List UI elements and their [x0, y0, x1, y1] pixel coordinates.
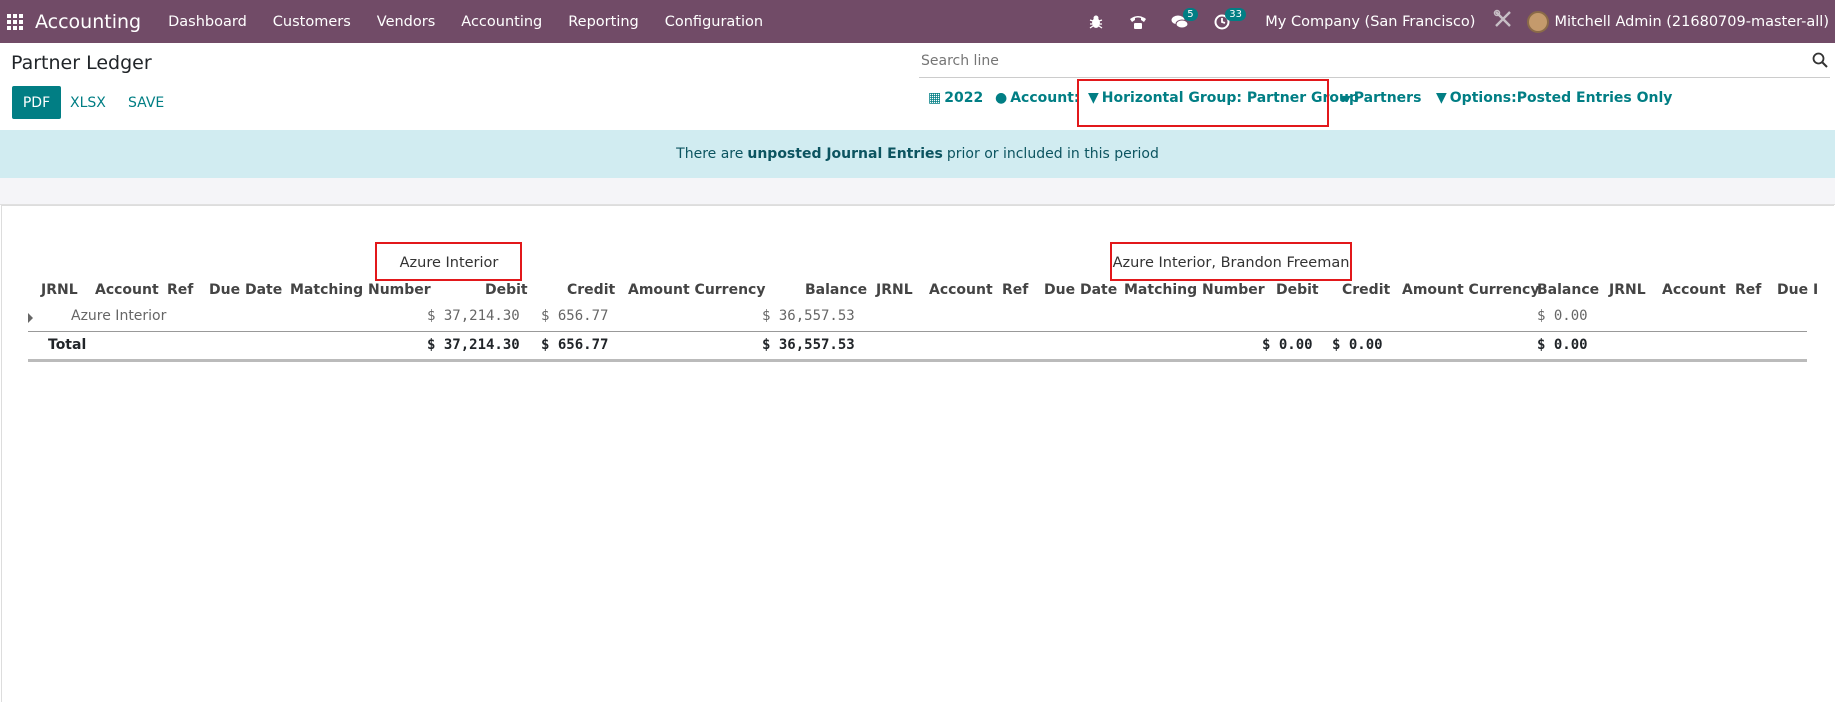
total-debit: $ 37,214.30: [427, 337, 520, 353]
partner-row-name[interactable]: Azure Interior: [71, 308, 166, 324]
options-filter[interactable]: ▼ Options:Posted Entries Only: [1436, 90, 1672, 106]
user-menu[interactable]: Mitchell Admin (21680709-master-all): [1554, 14, 1829, 30]
xlsx-button[interactable]: XLSX: [70, 86, 106, 119]
search-input[interactable]: [919, 47, 1799, 75]
debug-tools-icon[interactable]: [1493, 9, 1513, 34]
col-account[interactable]: Account: [929, 282, 993, 298]
total-label: Total: [48, 337, 87, 353]
col-ref[interactable]: Ref: [1002, 282, 1028, 298]
unposted-entries-link[interactable]: unposted Journal Entries: [747, 146, 943, 162]
search-bar: [919, 47, 1830, 78]
unposted-entries-alert: There are unposted Journal Entries prior…: [0, 130, 1835, 178]
total-credit: $ 656.77: [541, 337, 609, 353]
menu-vendors[interactable]: Vendors: [364, 14, 449, 30]
col-jrnl[interactable]: JRNL: [41, 282, 78, 298]
activities-badge: 33: [1225, 7, 1246, 21]
col-jrnl[interactable]: JRNL: [1609, 282, 1646, 298]
col-ref[interactable]: Ref: [167, 282, 193, 298]
col-matching-number[interactable]: Matching Number: [1124, 282, 1265, 298]
row-balance: $ 36,557.53: [762, 308, 855, 324]
user-avatar[interactable]: [1527, 10, 1550, 33]
user-icon: ●: [995, 90, 1008, 106]
menu-accounting[interactable]: Accounting: [448, 14, 555, 30]
bug-icon[interactable]: [1085, 11, 1107, 33]
col-due-date-cut[interactable]: Due I: [1777, 282, 1818, 298]
menu-configuration[interactable]: Configuration: [652, 14, 776, 30]
col-account[interactable]: Account: [95, 282, 159, 298]
col-balance[interactable]: Balance: [805, 282, 867, 298]
col-matching-number[interactable]: Matching Number: [290, 282, 431, 298]
col-balance[interactable]: Balance: [1537, 282, 1599, 298]
company-switcher[interactable]: My Company (San Francisco): [1265, 14, 1475, 30]
col-amount-currency[interactable]: Amount Currency: [1402, 282, 1539, 298]
menu-reporting[interactable]: Reporting: [555, 14, 652, 30]
page-title: Partner Ledger: [11, 52, 152, 74]
calendar-icon: ▦: [928, 90, 942, 106]
row-divider: [28, 331, 1807, 332]
col-account[interactable]: Account: [1662, 282, 1726, 298]
menu-dashboard[interactable]: Dashboard: [155, 14, 260, 30]
account-filter[interactable]: ● Account:: [995, 90, 1080, 106]
highlight-box: [375, 242, 522, 281]
save-button[interactable]: SAVE: [128, 86, 164, 119]
pdf-button[interactable]: PDF: [12, 86, 61, 119]
app-brand[interactable]: Accounting: [35, 11, 141, 33]
col-amount-currency[interactable]: Amount Currency: [628, 282, 765, 298]
menu-customers[interactable]: Customers: [260, 14, 364, 30]
app-grid-icon[interactable]: [7, 13, 23, 30]
report-table: [1, 205, 1834, 702]
search-icon[interactable]: [1812, 52, 1828, 68]
col-due-date[interactable]: Due Date: [209, 282, 282, 298]
highlight-box: [1110, 242, 1352, 281]
expand-caret-icon[interactable]: [28, 313, 33, 323]
date-filter[interactable]: ▦ 2022: [928, 90, 983, 106]
phone-icon[interactable]: [1127, 11, 1149, 33]
row-debit: $ 37,214.30: [427, 308, 520, 324]
col-due-date[interactable]: Due Date: [1044, 282, 1117, 298]
row-balance-group2: $ 0.00: [1537, 308, 1588, 324]
partners-filter[interactable]: ▰ Partners: [1340, 90, 1421, 106]
activities-clock-icon[interactable]: 33: [1211, 7, 1246, 33]
highlight-box: [1077, 79, 1329, 127]
messages-icon[interactable]: 5: [1169, 7, 1198, 33]
funnel-icon: ▼: [1436, 90, 1447, 106]
separator-band: [0, 178, 1835, 205]
total-divider: [28, 359, 1807, 362]
top-navbar: Accounting Dashboard Customers Vendors A…: [0, 0, 1835, 43]
col-credit[interactable]: Credit: [1342, 282, 1390, 298]
total-debit-group2: $ 0.00: [1262, 337, 1313, 353]
total-credit-group2: $ 0.00: [1332, 337, 1383, 353]
total-balance: $ 36,557.53: [762, 337, 855, 353]
col-debit[interactable]: Debit: [485, 282, 528, 298]
col-jrnl[interactable]: JRNL: [876, 282, 913, 298]
col-credit[interactable]: Credit: [567, 282, 615, 298]
messages-badge: 5: [1183, 7, 1198, 21]
total-balance-group2: $ 0.00: [1537, 337, 1588, 353]
folder-icon: ▰: [1340, 90, 1351, 106]
col-ref[interactable]: Ref: [1735, 282, 1761, 298]
row-credit: $ 656.77: [541, 308, 609, 324]
col-debit[interactable]: Debit: [1276, 282, 1319, 298]
